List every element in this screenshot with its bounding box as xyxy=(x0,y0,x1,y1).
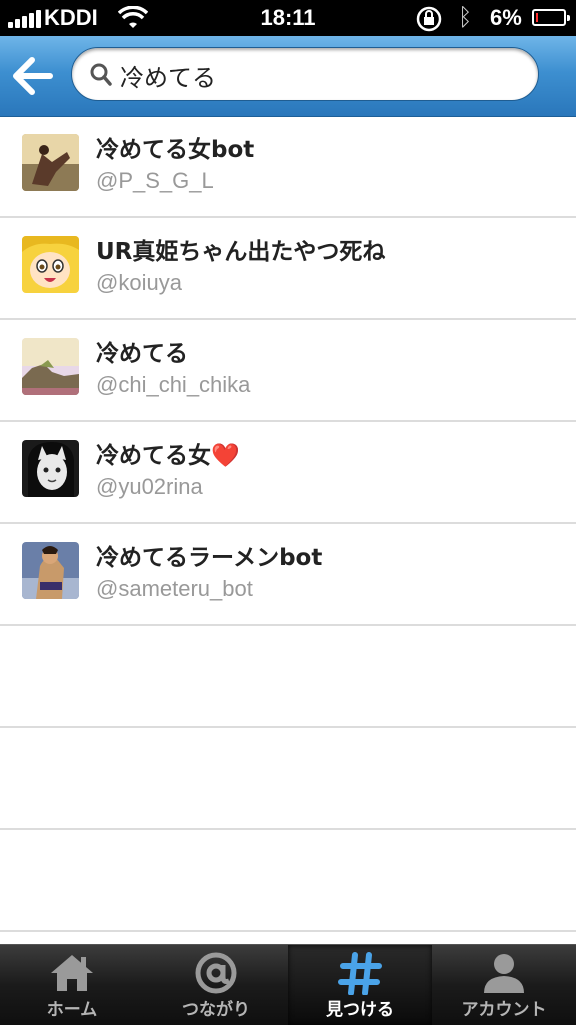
bluetooth-icon: ᛒ xyxy=(458,4,473,31)
user-handle: @yu02rina xyxy=(96,474,203,499)
empty-list-row xyxy=(0,626,576,728)
rotation-lock-icon xyxy=(416,6,442,32)
user-name: 冷めてる xyxy=(96,341,188,367)
avatar xyxy=(22,236,79,293)
tab-home[interactable]: ホーム xyxy=(0,945,144,1025)
navigation-bar xyxy=(0,36,576,117)
empty-list-row xyxy=(0,830,576,932)
user-name: 冷めてる女❤️ xyxy=(96,436,240,470)
list-item[interactable]: 冷めてる女bot @P_S_G_L xyxy=(0,116,576,218)
tab-label: アカウント xyxy=(461,1000,547,1020)
avatar xyxy=(22,134,79,191)
list-item[interactable]: 冷めてる @chi_chi_chika xyxy=(0,320,576,422)
battery-level xyxy=(536,13,538,22)
list-item[interactable]: UR真姫ちゃん出たやつ死ね @koiuya xyxy=(0,218,576,320)
avatar xyxy=(22,440,79,497)
search-icon xyxy=(90,63,112,86)
search-results-list: 冷めてる女bot @P_S_G_L UR真姫ちゃん出たやつ死ね @koiuya xyxy=(0,116,576,932)
user-name: UR真姫ちゃん出たやつ死ね xyxy=(96,239,386,265)
user-handle: @chi_chi_chika xyxy=(96,372,251,397)
empty-list-row xyxy=(0,728,576,830)
user-handle: @P_S_G_L xyxy=(96,168,214,193)
tab-label: ホーム xyxy=(46,1000,98,1020)
user-name: 冷めてるラーメンbot xyxy=(96,545,323,571)
avatar xyxy=(22,542,79,599)
list-item[interactable]: 冷めてるラーメンbot @sameteru_bot xyxy=(0,524,576,626)
tab-connect[interactable]: つながり xyxy=(144,945,288,1025)
search-box[interactable] xyxy=(71,47,539,101)
status-bar: KDDI 18:11 ᛒ 6% xyxy=(0,0,576,36)
user-handle: @koiuya xyxy=(96,270,182,295)
user-name-text: 冷めてる女 xyxy=(96,443,211,469)
back-arrow-icon[interactable] xyxy=(10,54,56,98)
tab-account[interactable]: アカウント xyxy=(432,945,576,1025)
tab-bar: ホーム つながり 見つける アカウント xyxy=(0,944,576,1025)
battery-icon xyxy=(532,9,570,26)
list-item[interactable]: 冷めてる女❤️ @yu02rina xyxy=(0,422,576,524)
home-icon xyxy=(51,955,93,991)
user-name: 冷めてる女bot xyxy=(96,137,255,163)
tab-discover[interactable]: 見つける xyxy=(288,945,432,1025)
battery-percent: 6% xyxy=(490,5,522,30)
at-sign-icon xyxy=(195,952,237,994)
tab-label: 見つける xyxy=(326,1000,394,1020)
user-handle: @sameteru_bot xyxy=(96,576,253,601)
account-icon xyxy=(484,954,524,993)
avatar xyxy=(22,338,79,395)
hashtag-icon xyxy=(338,952,382,995)
search-input[interactable] xyxy=(118,54,522,96)
tab-label: つながり xyxy=(182,1000,250,1020)
heart-icon: ❤️ xyxy=(211,443,240,469)
